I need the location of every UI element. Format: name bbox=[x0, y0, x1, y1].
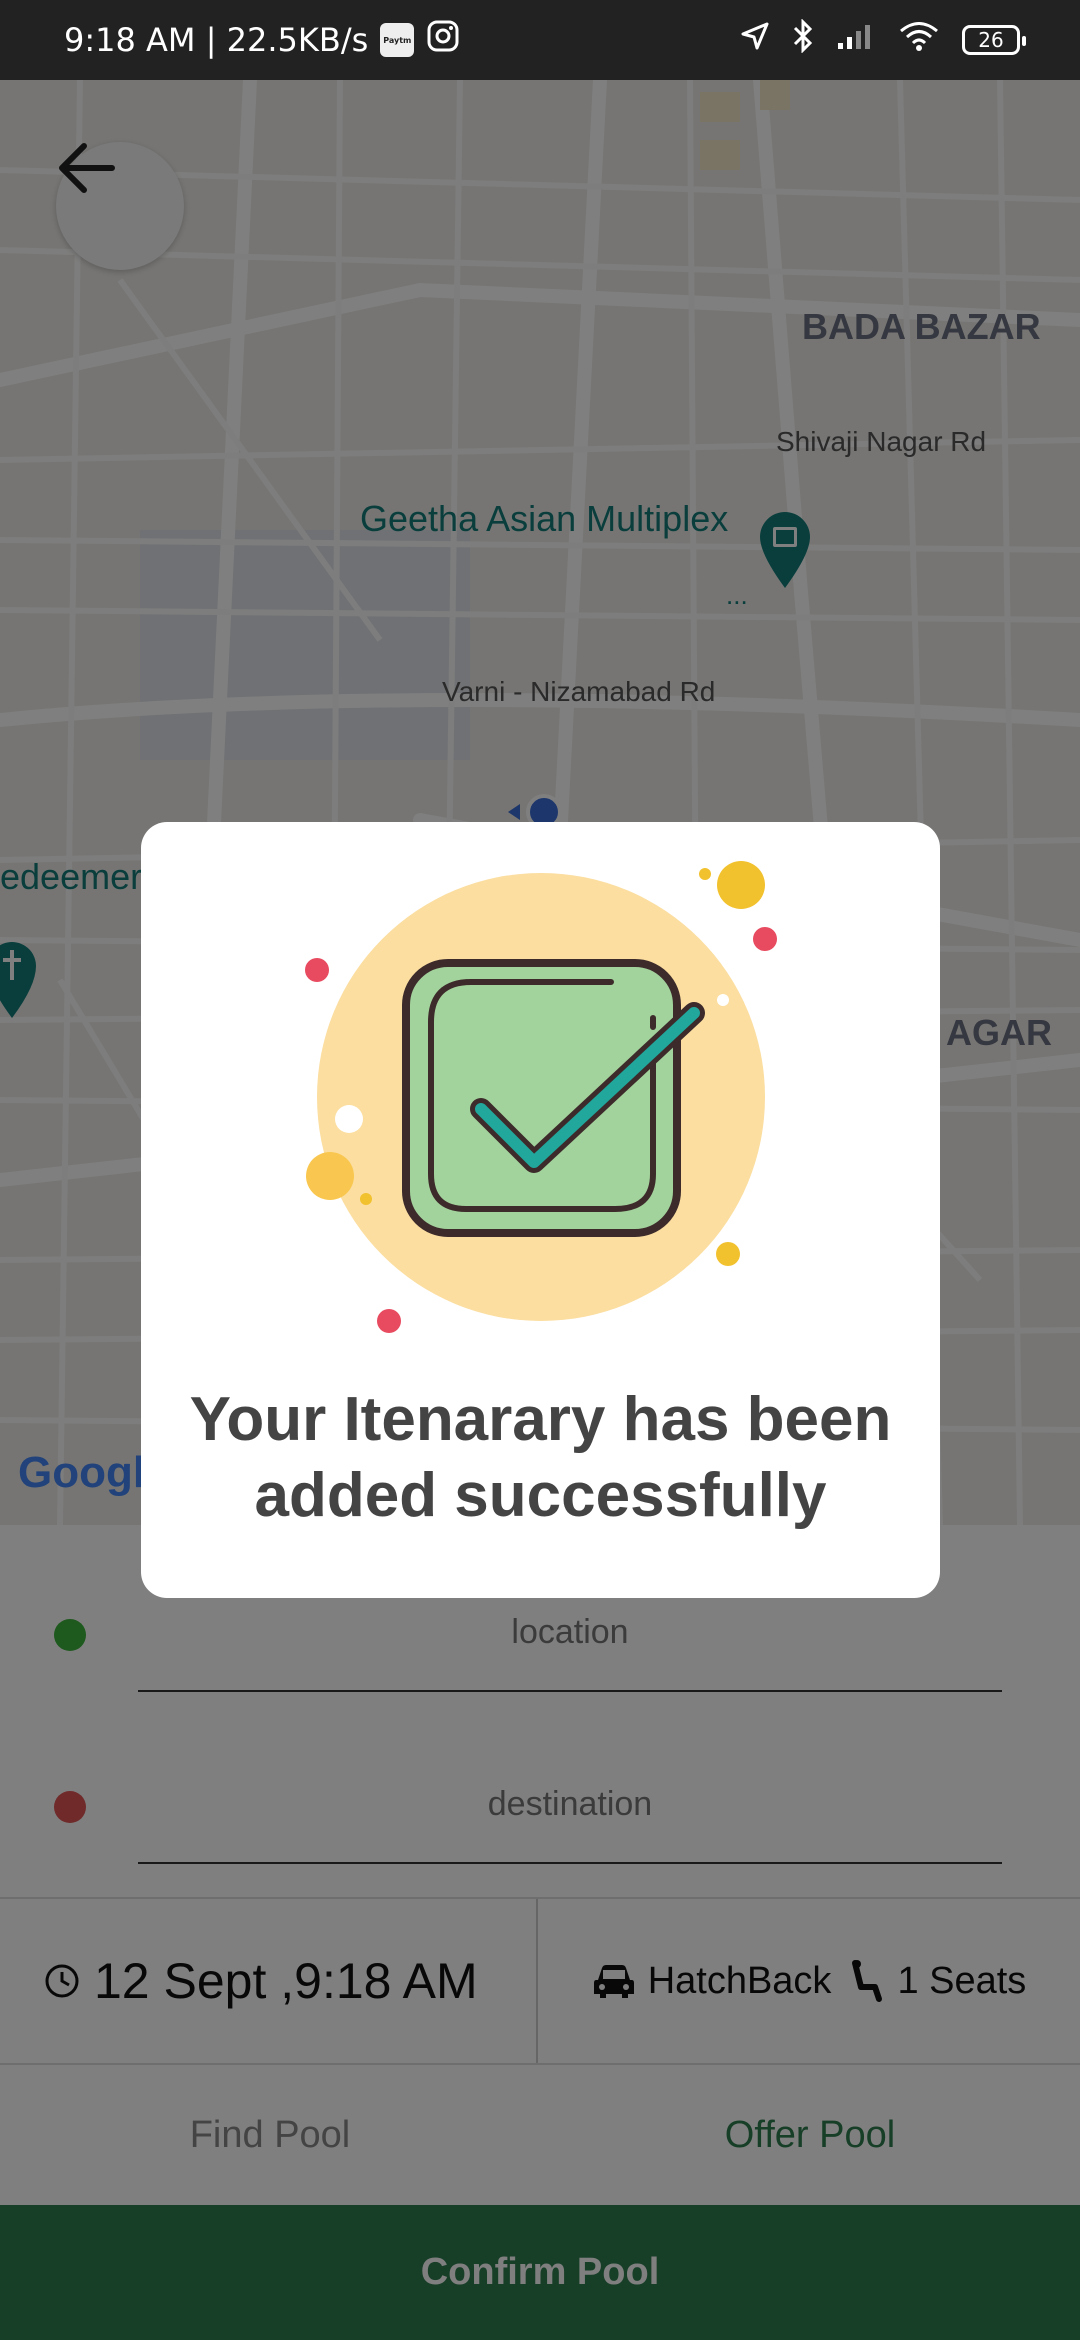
battery-icon: 26 bbox=[962, 25, 1026, 55]
signal-icon bbox=[836, 21, 876, 59]
paytm-icon: Paytm bbox=[380, 23, 415, 57]
instagram-icon bbox=[426, 19, 460, 61]
status-bar: 9:18 AM | 22.5KB/s Paytm 26 bbox=[0, 0, 1080, 80]
wifi-icon bbox=[898, 20, 940, 60]
success-dialog: Your Itenarary has been added successful… bbox=[141, 822, 940, 1598]
location-arrow-icon bbox=[740, 21, 770, 59]
bluetooth-icon bbox=[792, 18, 814, 61]
status-time: 9:18 AM | 22.5KB/s bbox=[64, 21, 369, 59]
success-checkbox-illustration bbox=[141, 822, 940, 1367]
success-message: Your Itenarary has been added successful… bbox=[189, 1385, 892, 1530]
